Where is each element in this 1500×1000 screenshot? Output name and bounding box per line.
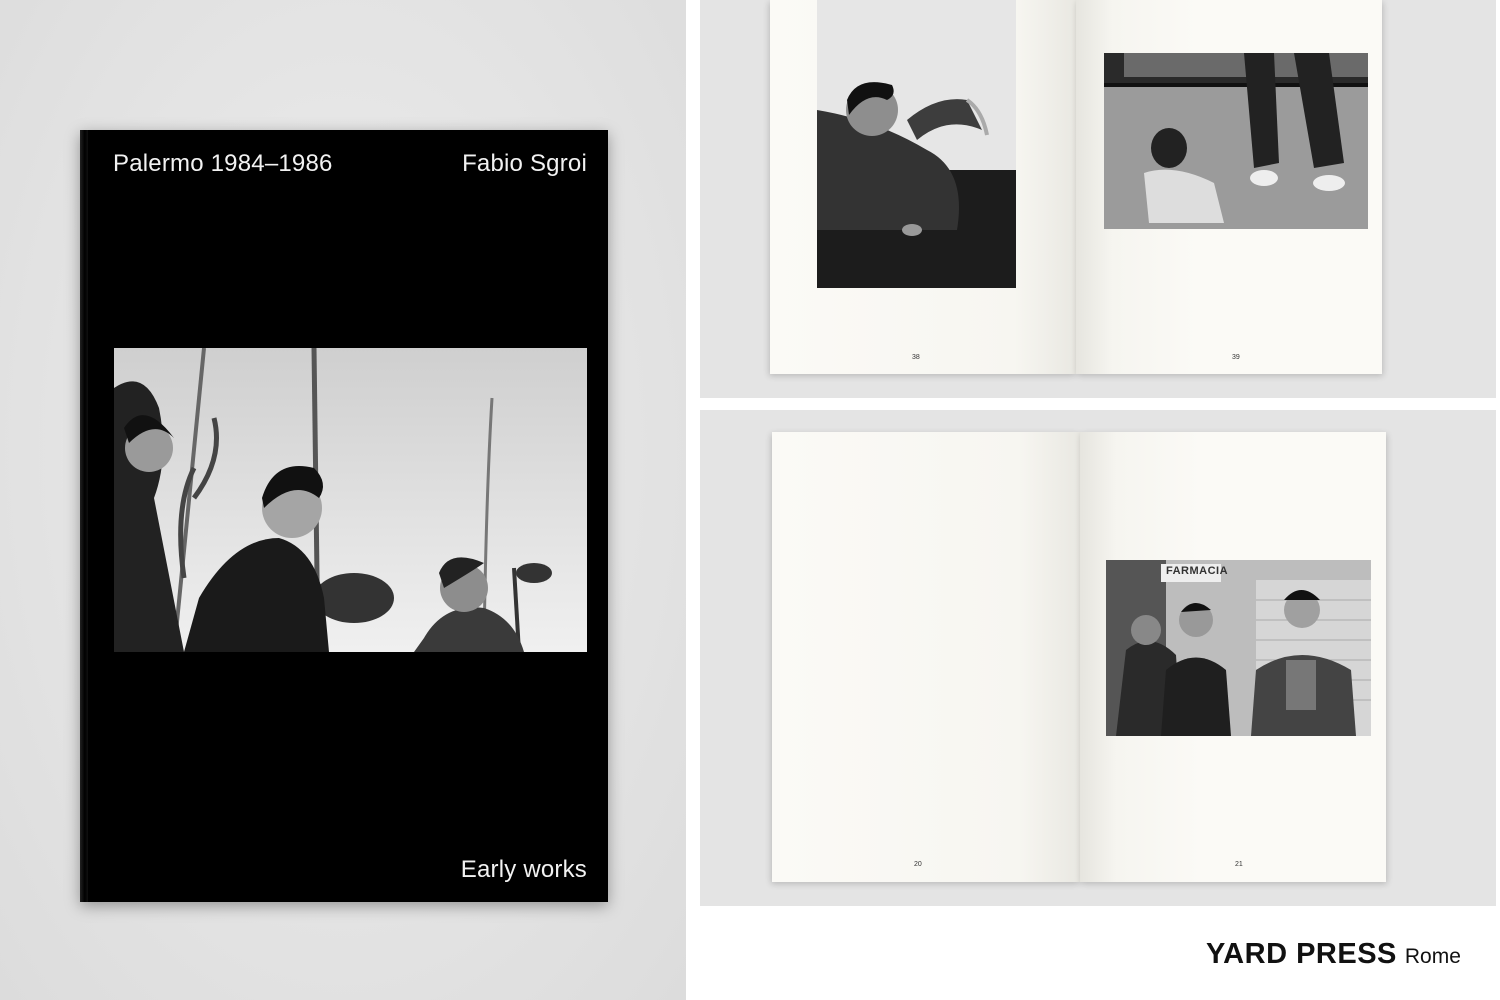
photo-21: FARMACIA [1106, 560, 1371, 736]
cover-subtitle: Early works [460, 856, 587, 883]
cover-spine [80, 130, 88, 902]
publisher-label: YARD PRESS Rome [1206, 938, 1461, 971]
cover-author: Fabio Sgroi [462, 150, 587, 177]
page-number-39: 39 [1232, 354, 1240, 361]
spread-divider [700, 398, 1500, 410]
cover-photo [114, 348, 587, 652]
cover-title: Palermo 1984–1986 [113, 150, 333, 177]
spread-bottom-left-page: 20 [772, 432, 1080, 882]
publisher-name: YARD PRESS [1206, 938, 1397, 970]
photo-39 [1104, 53, 1368, 229]
publisher-city: Rome [1404, 945, 1461, 968]
page-number-38: 38 [912, 354, 920, 361]
spread-bottom-right-page: FARMACIA 21 [1080, 432, 1386, 882]
book-cover: Palermo 1984–1986 Fabio Sgroi Early work… [80, 130, 608, 902]
page-number-21: 21 [1235, 861, 1243, 868]
shop-sign: FARMACIA [1166, 565, 1229, 577]
spread-top-left-page: 38 [770, 0, 1076, 374]
page-number-20: 20 [914, 861, 922, 868]
spread-top-right-page: 39 [1076, 0, 1382, 374]
photo-38 [817, 0, 1016, 288]
